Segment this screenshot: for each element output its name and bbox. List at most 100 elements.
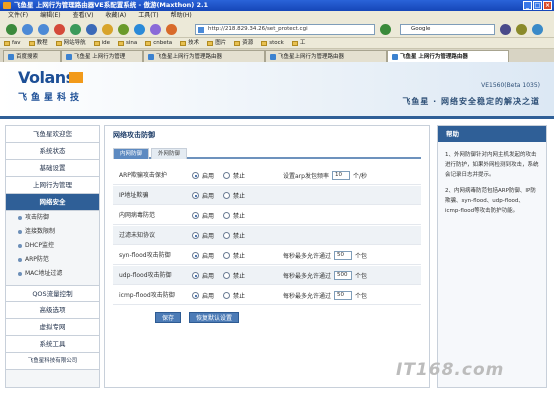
new-tab-icon[interactable] — [6, 24, 17, 35]
sidebar-item-basic-settings[interactable]: 基础设置 — [6, 160, 99, 177]
folder-icon — [207, 40, 214, 46]
back-icon[interactable] — [22, 24, 33, 35]
bookmark-folder[interactable]: 工 — [291, 38, 305, 48]
sidebar-subitem-mac-filter[interactable]: MAC地址过滤 — [6, 267, 99, 281]
setting-label: 过滤未知协议 — [119, 232, 156, 239]
menu-help[interactable]: 帮助(H) — [171, 11, 192, 21]
setting-row-syn-flood: syn-flood攻击防御 启用 禁止 每秒最多允许通过 50 个包 — [113, 246, 421, 265]
menu-bar: 文件(F) 编辑(E) 查看(V) 收藏(A) 工具(T) 帮助(H) — [0, 11, 554, 21]
arp-rate-input[interactable]: 10 — [331, 171, 350, 180]
enable-radio[interactable] — [192, 272, 199, 279]
enable-radio[interactable] — [192, 292, 199, 299]
bookmark-folder[interactable]: stock — [261, 38, 284, 48]
window-title: 飞鱼星 上网行为管理路由器VE系配置系统 - 傲游(Maxthon) 2.1 — [14, 1, 209, 9]
favorites-icon[interactable] — [102, 24, 113, 35]
setting-row-virus-protection: 内网病毒防范 启用 禁止 — [113, 206, 421, 225]
sidebar-item-system-tools[interactable]: 系统工具 — [6, 336, 99, 353]
setting-label: udp-flood攻击防御 — [119, 272, 172, 279]
restore-defaults-button[interactable]: 恢复默认设置 — [189, 312, 240, 323]
setting-row-arp-spoof: ARP欺骗攻击保护 启用 禁止 设置arp发包频率 10 个/秒 — [113, 166, 421, 185]
folder-icon — [180, 40, 187, 46]
sidebar-item-system-status[interactable]: 系统状态 — [6, 143, 99, 160]
menu-view[interactable]: 查看(V) — [73, 11, 94, 21]
tools-icon[interactable] — [166, 24, 177, 35]
sidebar-item-advanced[interactable]: 高级选项 — [6, 302, 99, 319]
sidebar-item-network-security[interactable]: 网络安全 — [6, 194, 99, 211]
browser-tab-active[interactable]: 飞鱼星 上网行为管理路由器 — [387, 50, 509, 62]
sidebar-subitem-dhcp-monitor[interactable]: DHCP监控 — [6, 239, 99, 253]
maximize-button[interactable]: □ — [533, 1, 542, 10]
minimize-button[interactable]: _ — [523, 1, 532, 10]
disable-radio[interactable] — [223, 212, 231, 219]
menu-tools[interactable]: 工具(T) — [138, 11, 158, 21]
disable-radio[interactable] — [223, 232, 231, 239]
icmp-limit-input[interactable]: 50 — [334, 291, 353, 300]
options-icon[interactable] — [532, 24, 543, 35]
bookmark-folder[interactable]: ide — [93, 38, 110, 48]
tab-lan-defense[interactable]: 内网防御 — [113, 148, 150, 159]
bookmark-folder[interactable]: 教程 — [28, 38, 48, 48]
menu-edit[interactable]: 编辑(E) — [40, 11, 60, 21]
browser-tab[interactable]: 飞鱼星上网行为管理路由器 — [265, 50, 387, 62]
close-button[interactable]: × — [543, 1, 552, 10]
enable-radio[interactable] — [192, 212, 199, 219]
refresh-icon[interactable] — [70, 24, 81, 35]
save-button[interactable]: 保存 — [155, 312, 182, 323]
firmware-version: VE1560(Beta 1035) — [481, 82, 540, 89]
enable-radio[interactable] — [192, 252, 199, 259]
help-body: 1、外网防御针对内网主机发起的攻击进行防护，如果外网检测到攻击，系统会记录日志并… — [438, 142, 546, 230]
syn-limit-input[interactable]: 50 — [334, 251, 353, 260]
browser-tab[interactable]: 百度搜索 — [3, 50, 61, 62]
browser-tab[interactable]: 飞鱼星上网行为管理路由器 — [143, 50, 265, 62]
folder-icon — [118, 40, 124, 46]
sidebar-nav: 飞鱼星欢迎您 系统状态 基础设置 上网行为管理 网络安全 攻击防御 连接数限制 … — [5, 125, 100, 388]
bookmark-folder[interactable]: 技术 — [180, 38, 199, 48]
sidebar-item-qos[interactable]: QOS流量控制 — [6, 285, 99, 302]
sidebar-item-welcome[interactable]: 飞鱼星欢迎您 — [6, 126, 99, 143]
sidebar-item-behavior-management[interactable]: 上网行为管理 — [6, 177, 99, 194]
browser-tab[interactable]: 飞鱼星 上网行为管理 — [61, 50, 143, 62]
bullet-icon — [18, 272, 22, 276]
forward-icon[interactable] — [38, 24, 49, 35]
bookmark-folder[interactable]: cnbeta — [145, 38, 172, 48]
bookmark-folder[interactable]: 资源 — [234, 38, 253, 48]
bookmark-folder[interactable]: 图片 — [207, 38, 226, 48]
go-icon[interactable] — [380, 24, 391, 35]
disable-radio[interactable] — [223, 252, 231, 259]
disable-radio[interactable] — [223, 292, 231, 299]
sidebar-subitem-connection-limit[interactable]: 连接数限制 — [6, 225, 99, 239]
udp-limit-input[interactable]: 500 — [334, 271, 353, 280]
sidebar-subitem-attack-defense[interactable]: 攻击防御 — [6, 211, 99, 225]
extra-tool-icon[interactable] — [516, 24, 527, 35]
sidebar-subitem-arp-protection[interactable]: ARP防范 — [6, 253, 99, 267]
enable-radio[interactable] — [192, 232, 199, 239]
disable-radio[interactable] — [223, 172, 231, 179]
stop-icon[interactable] — [54, 24, 65, 35]
bookmark-folder[interactable]: fav — [4, 38, 21, 48]
print-icon[interactable] — [150, 24, 161, 35]
enable-radio[interactable] — [192, 172, 199, 179]
disable-radio[interactable] — [223, 272, 231, 279]
search-input[interactable]: Google — [400, 24, 495, 35]
disable-radio[interactable] — [223, 192, 231, 199]
help-paragraph: 2、内网病毒防范包括ARP防御、IP防欺骗、syn-flood、udp-floo… — [445, 188, 536, 214]
bookmark-folder[interactable]: 网站导航 — [55, 38, 86, 48]
enable-radio[interactable] — [192, 192, 199, 199]
slogan: 飞鱼星 · 网络安全稳定的解决之道 — [402, 97, 540, 106]
page-icon — [198, 27, 204, 33]
logo-mark — [69, 72, 83, 83]
home-icon[interactable] — [86, 24, 97, 35]
menu-favorites[interactable]: 收藏(A) — [105, 11, 126, 21]
bookmark-folder[interactable]: sina — [118, 38, 137, 48]
menu-file[interactable]: 文件(F) — [8, 11, 28, 21]
sidebar-item-vpn[interactable]: 虚拟专网 — [6, 319, 99, 336]
folder-icon — [55, 40, 62, 46]
history-icon[interactable] — [118, 24, 129, 35]
mail-icon[interactable] — [134, 24, 145, 35]
tab-wan-defense[interactable]: 外网防御 — [151, 148, 188, 159]
setting-label: syn-flood攻击防御 — [119, 252, 171, 259]
folder-icon — [145, 40, 152, 46]
search-icon[interactable] — [500, 24, 511, 35]
setting-label: 内网病毒防范 — [119, 212, 156, 219]
address-bar[interactable]: http://218.829.34.26/set_protect.cgi — [195, 24, 375, 35]
